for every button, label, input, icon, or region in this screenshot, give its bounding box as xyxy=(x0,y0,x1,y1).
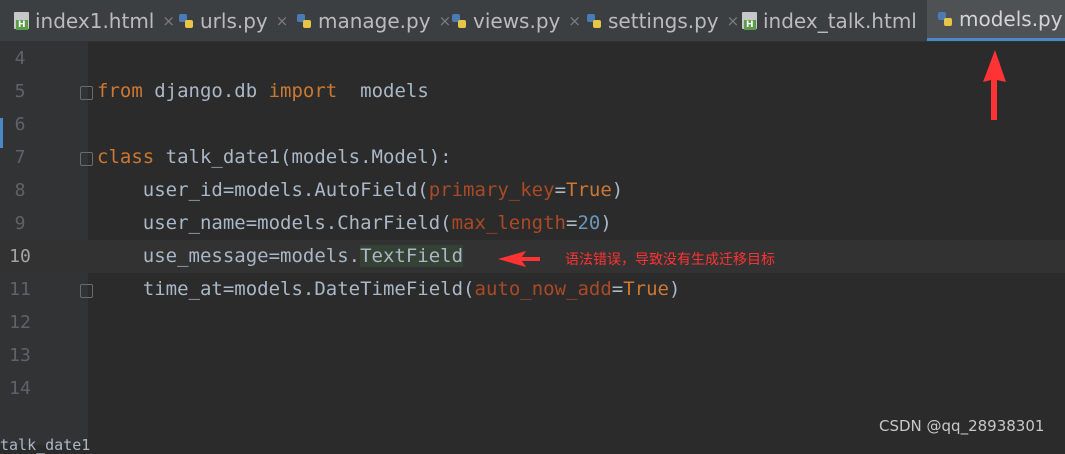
arrow-left-icon xyxy=(498,251,540,267)
watermark: CSDN @qq_28938301 xyxy=(879,417,1045,435)
breadcrumb-class[interactable]: talk_date1 xyxy=(0,436,90,454)
annotation-text: 语法错误，导致没有生成迁移目标 xyxy=(565,252,775,268)
arrow-up-icon xyxy=(983,50,1006,120)
annotation-overlay xyxy=(498,50,1006,267)
